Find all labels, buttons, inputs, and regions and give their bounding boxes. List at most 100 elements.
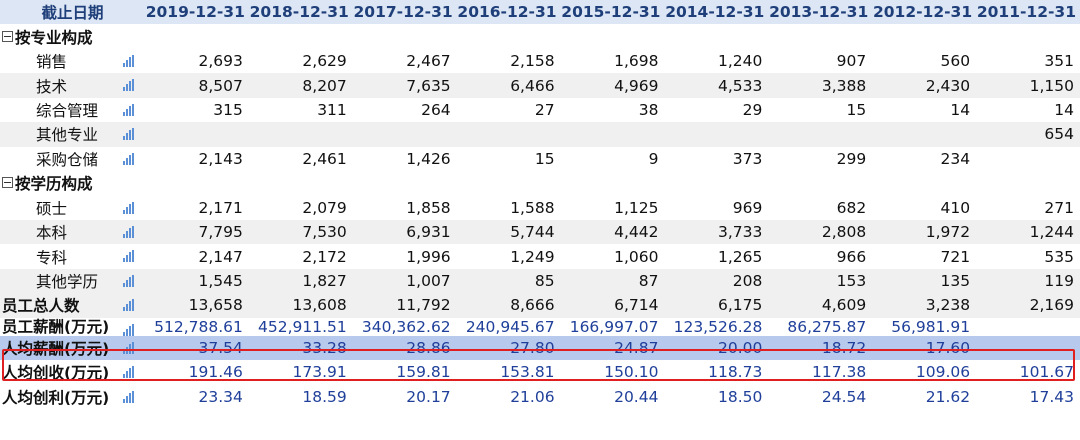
bar-chart-icon[interactable] [123,103,135,116]
collapse-icon[interactable] [2,30,13,42]
value-cell: 18.72 [768,335,873,361]
collapse-icon[interactable] [2,177,13,189]
row-label-text: 人均创收(万元) [2,364,110,383]
section-header[interactable]: 按学历构成 [0,171,145,196]
bar-chart-icon[interactable] [123,152,135,165]
table-row: 综合管理 315 311 264 27 38 29 15 14 14 [0,97,1080,123]
value-cell: 56,981.91 [872,317,977,336]
value-cell: 560 [872,48,977,74]
value-cell: 20.44 [560,384,665,409]
value-cell: 159.81 [352,360,457,385]
value-cell: 18.50 [664,384,769,409]
bar-chart-icon[interactable] [123,341,135,354]
value-cell: 8,507 [145,73,249,98]
table-row: 技术 8,507 8,207 7,635 6,466 4,969 4,533 3,388 2,4… [0,73,1080,98]
table-row: 其他学历 1,545 1,827 1,007 85 87 208 153 135 119 [0,268,1080,294]
bar-chart-icon[interactable] [123,250,135,263]
row-label-text: 本科 [36,224,68,243]
value-cell: 4,969 [560,73,665,98]
header-date[interactable]: 2011-12-31 [976,0,1080,25]
section-row: 按专业构成 [0,24,1080,49]
value-cell: 27 [456,97,561,123]
bar-chart-icon[interactable] [123,128,135,141]
header-date-label[interactable]: 截止日期 [0,0,145,25]
header-date[interactable]: 2018-12-31 [248,0,353,25]
empty-cell [145,24,249,49]
bar-chart-icon[interactable] [123,366,135,379]
value-cell: 13,608 [248,293,353,318]
summary-row: 员工薪酬(万元) 512,788.61 452,911.51 340,362.62 24… [0,317,1080,336]
value-cell: 271 [976,195,1080,220]
value-cell: 535 [976,244,1080,269]
value-cell: 86,275.87 [768,317,873,336]
value-cell: 299 [768,146,873,172]
value-cell: 1,545 [145,268,249,294]
value-cell: 7,635 [352,73,457,98]
row-label-text: 员工薪酬(万元) [2,317,110,336]
row-label: 员工薪酬(万元) [0,317,145,336]
value-cell: 4,442 [560,219,665,245]
empty-cell [664,24,769,49]
header-date[interactable]: 2019-12-31 [145,0,249,25]
value-cell: 3,733 [664,219,769,245]
empty-cell [456,171,561,196]
header-date[interactable]: 2015-12-31 [560,0,665,25]
value-cell: 20.17 [352,384,457,409]
value-cell: 21.06 [456,384,561,409]
row-label: 其他学历 [0,268,145,294]
value-cell: 969 [664,195,769,220]
row-label-text: 人均薪酬(万元) [2,339,110,358]
table-row: 专科 2,147 2,172 1,996 1,249 1,060 1,265 966 721 53… [0,244,1080,269]
table-row: 销售 2,693 2,629 2,467 2,158 1,698 1,240 907 560 35… [0,48,1080,74]
section-header[interactable]: 按专业构成 [0,24,145,49]
value-cell: 1,588 [456,195,561,220]
value-cell: 15 [456,146,561,172]
summary-row: 员工总人数 13,658 13,608 11,792 8,666 6,714 6,175 4,… [0,293,1080,318]
value-cell: 240,945.67 [456,317,561,336]
value-cell: 1,007 [352,268,457,294]
bar-chart-icon[interactable] [123,225,135,238]
bar-chart-icon[interactable] [123,79,135,92]
row-label-text: 销售 [36,53,68,72]
value-cell: 2,808 [768,219,873,245]
value-cell: 5,744 [456,219,561,245]
value-cell: 654 [976,122,1080,147]
header-date[interactable]: 2017-12-31 [352,0,457,25]
value-cell: 1,972 [872,219,977,245]
value-cell: 234 [872,146,977,172]
bar-chart-icon[interactable] [123,54,135,67]
header-date[interactable]: 2013-12-31 [768,0,873,25]
value-cell: 512,788.61 [145,317,249,336]
value-cell: 410 [872,195,977,220]
row-label: 销售 [0,48,145,74]
value-cell: 2,147 [145,244,249,269]
value-cell: 21.62 [872,384,977,409]
section-title: 按学历构成 [15,175,93,194]
bar-chart-icon[interactable] [123,274,135,287]
header-date[interactable]: 2014-12-31 [664,0,769,25]
value-cell: 7,795 [145,219,249,245]
empty-cell [456,24,561,49]
table-row: 本科 7,795 7,530 6,931 5,744 4,442 3,733 2,808 1,9… [0,219,1080,245]
empty-cell [768,171,873,196]
value-cell: 87 [560,268,665,294]
bar-chart-icon[interactable] [123,299,135,312]
value-cell: 153 [768,268,873,294]
value-cell: 23.34 [145,384,249,409]
header-date[interactable]: 2012-12-31 [872,0,977,25]
bar-chart-icon[interactable] [123,390,135,403]
bar-chart-icon[interactable] [123,201,135,214]
value-cell [560,122,665,147]
row-label-text: 员工总人数 [2,297,80,316]
value-cell: 1,125 [560,195,665,220]
header-date[interactable]: 2016-12-31 [456,0,561,25]
value-cell: 17.43 [976,384,1080,409]
value-cell: 373 [664,146,769,172]
row-label: 人均创利(万元) [0,384,145,409]
value-cell [456,122,561,147]
value-cell: 150.10 [560,360,665,385]
value-cell: 2,169 [976,293,1080,318]
bar-chart-icon[interactable] [123,323,135,336]
empty-cell [976,24,1080,49]
row-label: 其他专业 [0,122,145,147]
